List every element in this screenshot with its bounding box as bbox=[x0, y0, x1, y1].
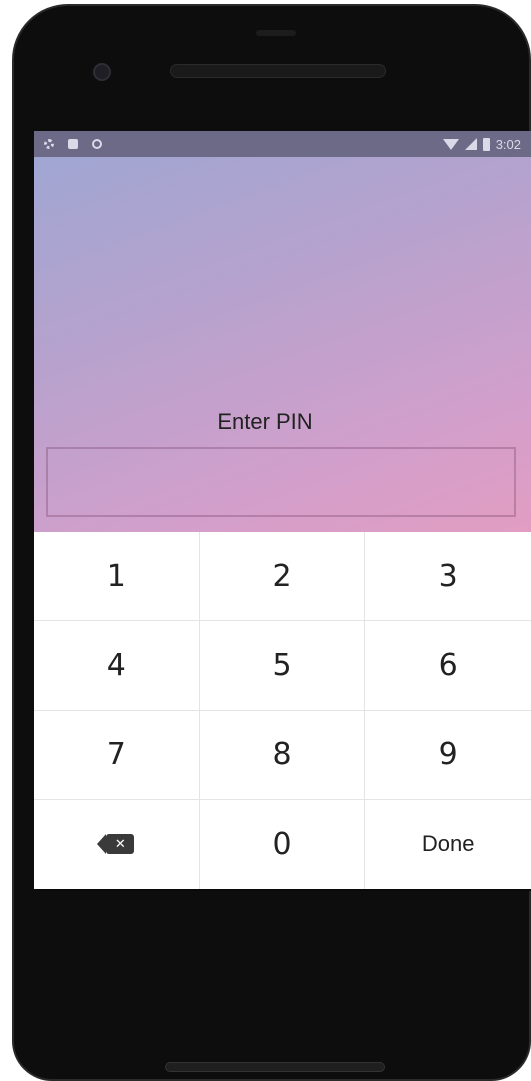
key-4[interactable]: 4 bbox=[34, 621, 200, 710]
keypad-row: 7 8 9 bbox=[34, 710, 531, 800]
backspace-key[interactable]: ✕ bbox=[34, 799, 200, 889]
pin-entry-panel: Enter PIN bbox=[34, 157, 531, 532]
keypad-row: 1 2 3 bbox=[34, 532, 531, 622]
key-5[interactable]: 5 bbox=[200, 621, 366, 710]
circle-icon bbox=[92, 139, 102, 149]
done-key[interactable]: Done bbox=[365, 800, 531, 889]
key-3[interactable]: 3 bbox=[365, 532, 531, 620]
key-9[interactable]: 9 bbox=[365, 711, 531, 799]
gear-icon bbox=[44, 139, 54, 149]
navigation-bar bbox=[34, 889, 531, 891]
key-7[interactable]: 7 bbox=[34, 710, 200, 799]
keypad-row: 4 5 6 bbox=[34, 621, 531, 711]
key-0[interactable]: 0 bbox=[200, 799, 366, 889]
pin-label: Enter PIN bbox=[217, 409, 313, 434]
screen: 3:02 Enter PIN 1 2 3 4 5 6 7 8 9 ✕ 0 Don… bbox=[34, 131, 531, 891]
status-time: 3:02 bbox=[495, 136, 521, 152]
front-camera bbox=[93, 63, 111, 81]
earpiece-speaker bbox=[170, 64, 386, 78]
bottom-bezel-bar bbox=[165, 1062, 385, 1072]
pin-input[interactable] bbox=[46, 447, 516, 517]
key-8[interactable]: 8 bbox=[200, 710, 366, 799]
status-bar: 3:02 bbox=[34, 131, 531, 157]
signal-icon bbox=[464, 138, 477, 150]
backspace-icon: ✕ bbox=[97, 834, 135, 855]
battery-icon bbox=[482, 137, 490, 151]
key-1[interactable]: 1 bbox=[34, 532, 200, 621]
sim-card-icon bbox=[68, 139, 78, 149]
keypad-row: ✕ 0 Done bbox=[34, 799, 531, 889]
key-6[interactable]: 6 bbox=[365, 621, 531, 709]
wifi-icon bbox=[442, 138, 459, 150]
key-2[interactable]: 2 bbox=[200, 532, 366, 621]
numeric-keypad: 1 2 3 4 5 6 7 8 9 ✕ 0 Done bbox=[34, 532, 531, 889]
top-notch bbox=[256, 30, 296, 36]
